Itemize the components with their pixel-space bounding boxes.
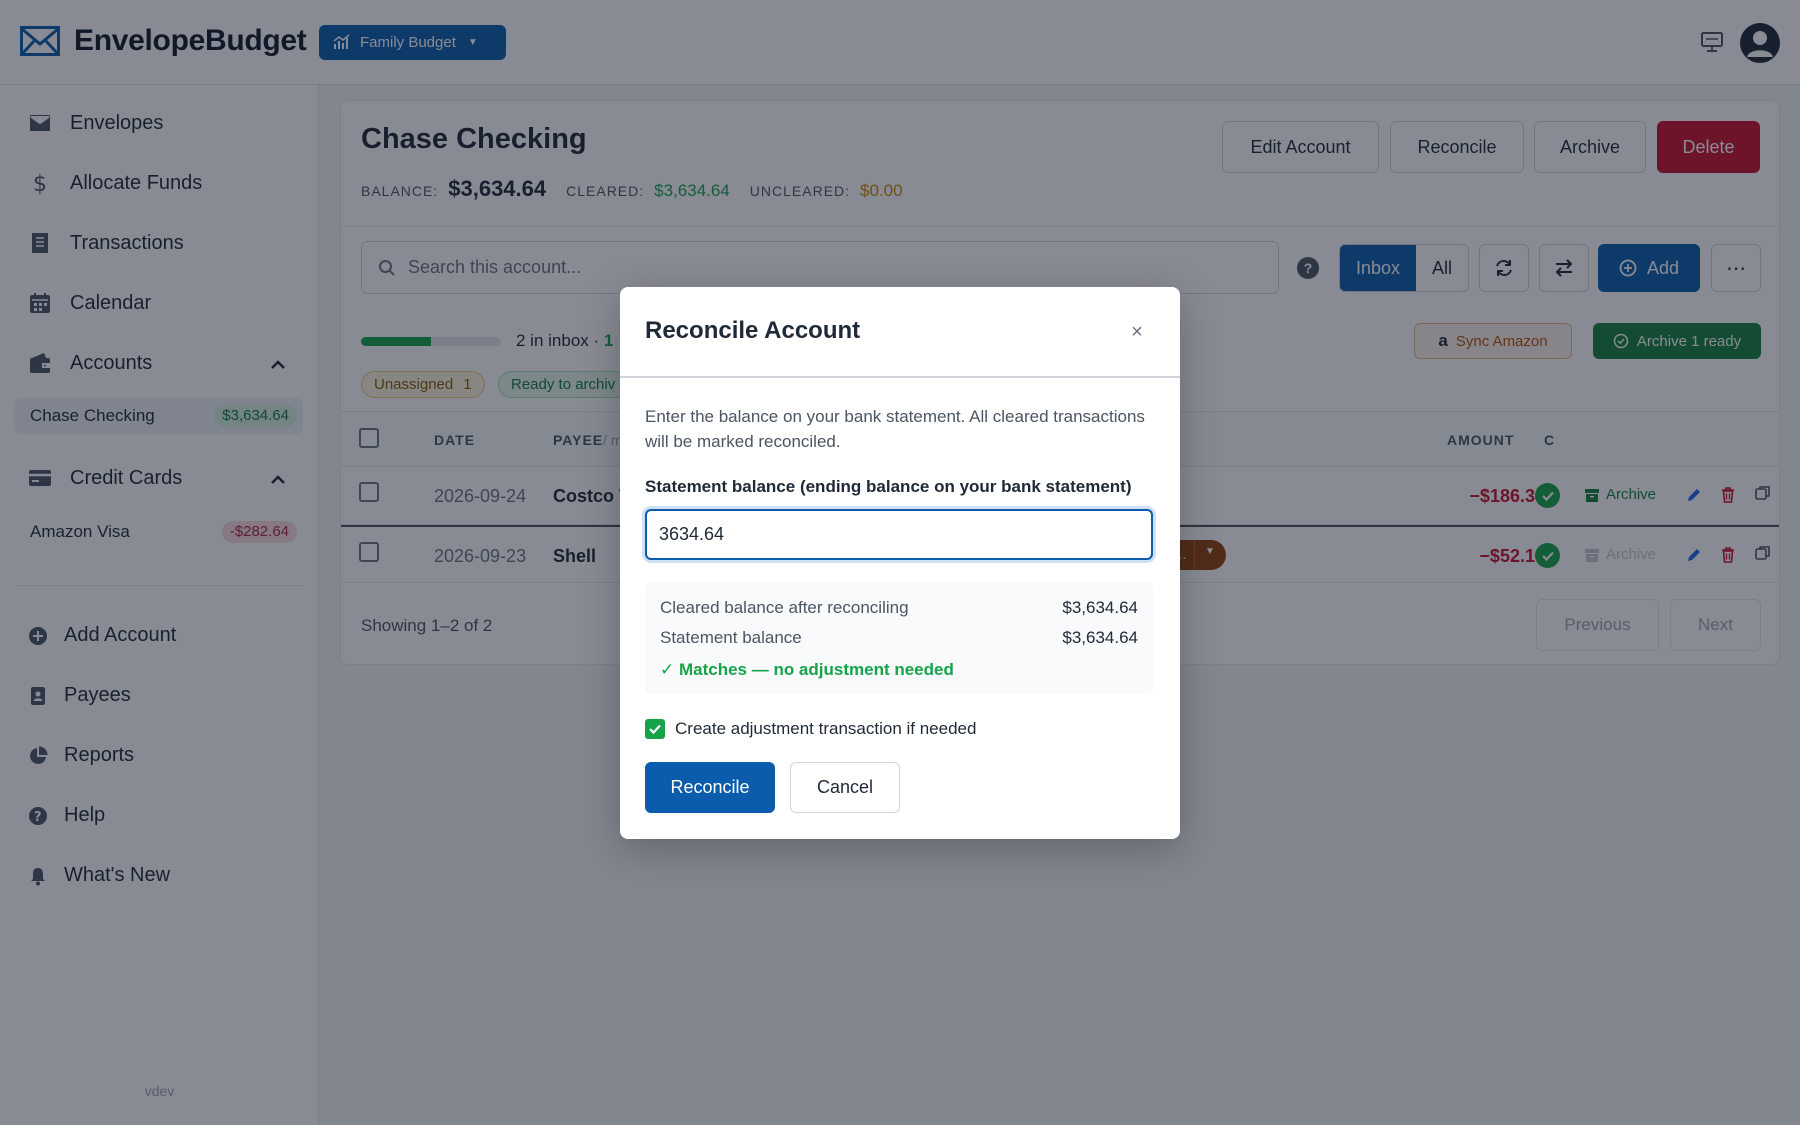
match-status: ✓ Matches — no adjustment needed <box>660 660 954 679</box>
summary-value: $3,634.64 <box>1062 628 1138 647</box>
adjustment-checkbox[interactable] <box>645 719 665 739</box>
summary-value: $3,634.64 <box>1062 598 1138 617</box>
dialog-instructions: Enter the balance on your bank statement… <box>645 407 1145 451</box>
summary-row-cleared: Cleared balance after reconciling $3,634… <box>660 598 1138 618</box>
close-icon[interactable]: × <box>1126 321 1148 343</box>
dialog-divider <box>620 376 1180 378</box>
statement-balance-label: Statement balance (ending balance on you… <box>645 477 1132 496</box>
summary-label: Cleared balance after reconciling <box>660 598 909 617</box>
statement-balance-input[interactable] <box>645 509 1153 560</box>
check-icon <box>649 724 661 735</box>
dialog-title: Reconcile Account <box>645 317 861 344</box>
summary-row-statement: Statement balance $3,634.64 <box>660 628 1138 648</box>
summary-label: Statement balance <box>660 628 802 647</box>
reconcile-dialog: Reconcile Account × Enter the balance on… <box>620 287 1180 839</box>
adjustment-checkbox-label[interactable]: Create adjustment transaction if needed <box>675 719 976 739</box>
reconcile-summary: Cleared balance after reconciling $3,634… <box>645 582 1153 694</box>
cancel-button[interactable]: Cancel <box>790 762 900 813</box>
confirm-reconcile-button[interactable]: Reconcile <box>645 762 775 813</box>
